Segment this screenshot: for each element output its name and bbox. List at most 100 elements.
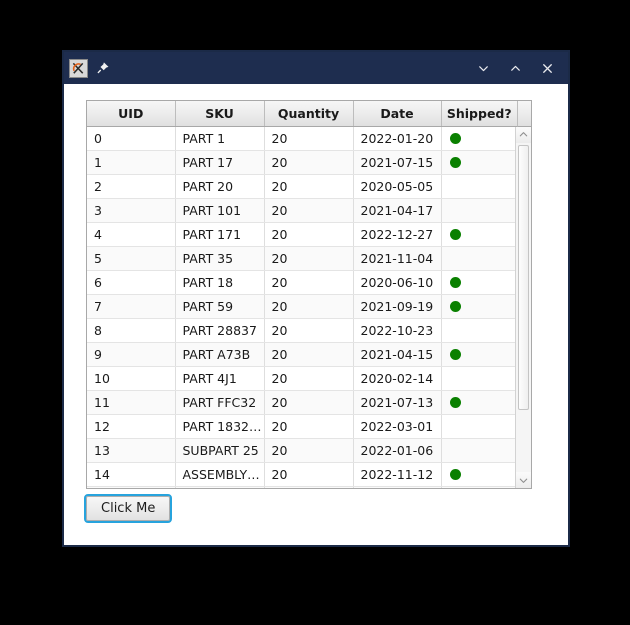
- cell-uid: 5: [87, 246, 176, 271]
- column-header-quantity[interactable]: Quantity: [264, 101, 354, 127]
- table-row[interactable]: 12 PART 1832-… 20 2022-03-01: [87, 414, 515, 439]
- table-row[interactable]: 0 PART 1 20 2022-01-20: [87, 126, 515, 151]
- window-client-area: UID SKU Quantity Date Shipped? 0 PART 1 …: [64, 84, 568, 545]
- scroll-up-arrow-icon: [519, 132, 528, 137]
- table-row[interactable]: 8 PART 28837 20 2022-10-23: [87, 318, 515, 343]
- cell-quantity: 20: [264, 438, 354, 463]
- minimize-button[interactable]: [476, 61, 491, 76]
- table-row[interactable]: 5 PART 35 20 2021-11-04: [87, 246, 515, 271]
- table-row[interactable]: 4 PART 171 20 2022-12-27: [87, 222, 515, 247]
- table-row[interactable]: 7 PART 59 20 2021-09-19: [87, 294, 515, 319]
- cell-sku: PART 28837: [175, 318, 265, 343]
- cell-uid: 3: [87, 198, 176, 223]
- cell-shipped: [441, 486, 515, 488]
- cell-date: 2022-01-06: [353, 438, 442, 463]
- cell-sku: PART 18: [175, 270, 265, 295]
- cell-sku: PART FFC32: [175, 390, 265, 415]
- cell-shipped: [441, 414, 515, 439]
- application-window: UID SKU Quantity Date Shipped? 0 PART 1 …: [62, 50, 570, 547]
- cell-sku: PART 35: [175, 246, 265, 271]
- table-row[interactable]: 14 ASSEMBLY … 20 2022-11-12: [87, 462, 515, 487]
- click-me-button[interactable]: Click Me: [83, 494, 173, 523]
- cell-sku: PART 1: [175, 126, 265, 151]
- cell-sku: PART 20: [175, 174, 265, 199]
- cell-uid: 12: [87, 414, 176, 439]
- cell-sku: PART 171: [175, 222, 265, 247]
- button-row: Click Me: [83, 489, 550, 523]
- cell-sku: PART 17: [175, 150, 265, 175]
- cell-uid: 1: [87, 150, 176, 175]
- cell-quantity: 20: [264, 318, 354, 343]
- orders-table: UID SKU Quantity Date Shipped? 0 PART 1 …: [86, 100, 532, 489]
- cell-quantity: 20: [264, 222, 354, 247]
- x11-app-icon[interactable]: [69, 58, 88, 78]
- cell-quantity: 20: [264, 174, 354, 199]
- column-header-sku[interactable]: SKU: [175, 101, 265, 127]
- vertical-scrollbar[interactable]: [515, 126, 531, 488]
- close-icon: [543, 63, 552, 73]
- close-button[interactable]: [540, 61, 555, 76]
- scroll-down-button[interactable]: [516, 472, 531, 488]
- cell-date: 2022-11-12: [353, 462, 442, 487]
- cell-shipped: [441, 390, 515, 415]
- table-row[interactable]: 3 PART 101 20 2021-04-17: [87, 198, 515, 223]
- scrollbar-track[interactable]: [516, 142, 531, 472]
- cell-date: 2021-04-15: [353, 342, 442, 367]
- table-row[interactable]: 13 SUBPART 25 20 2022-01-06: [87, 438, 515, 463]
- cell-quantity: 20: [264, 366, 354, 391]
- table-row[interactable]: 6 PART 18 20 2020-06-10: [87, 270, 515, 295]
- window-titlebar[interactable]: [64, 52, 568, 84]
- table-row[interactable]: 10 PART 4J1 20 2020-02-14: [87, 366, 515, 391]
- shipped-status-dot: [449, 277, 461, 288]
- cell-shipped: [441, 198, 515, 223]
- table-row[interactable]: 1 PART 17 20 2021-07-15: [87, 150, 515, 175]
- cell-sku: PART 101: [175, 198, 265, 223]
- table-body-grid: 0 PART 1 20 2022-01-20 1 PART 17 20 2021-07-15 2…: [87, 126, 515, 488]
- table-header-row: UID SKU Quantity Date Shipped?: [87, 101, 531, 127]
- table-header-corner: [517, 101, 531, 127]
- cell-uid: 11: [87, 390, 176, 415]
- column-header-uid[interactable]: UID: [87, 101, 176, 127]
- cell-sku: SUBPART 25: [175, 438, 265, 463]
- cell-uid: 9: [87, 342, 176, 367]
- cell-date: 2021-04-17: [353, 198, 442, 223]
- cell-uid: 7: [87, 294, 176, 319]
- table-row[interactable]: 9 PART A73B 20 2021-04-15: [87, 342, 515, 367]
- table-row[interactable]: 2 PART 20 20 2020-05-05: [87, 174, 515, 199]
- maximize-button[interactable]: [508, 61, 523, 76]
- cell-sku: ASSEMBLY …: [175, 462, 265, 487]
- shipped-status-dot: [449, 157, 461, 168]
- table-row[interactable]: 15PART 9983202021-09-24: [87, 486, 515, 488]
- cell-shipped: [441, 342, 515, 367]
- cell-date: 2022-10-23: [353, 318, 442, 343]
- cell-date: 2022-12-27: [353, 222, 442, 247]
- shipped-status-dot: [449, 469, 461, 480]
- cell-shipped: [441, 222, 515, 247]
- x11-app-icon-glyph: [72, 62, 84, 74]
- cell-uid: 8: [87, 318, 176, 343]
- cell-quantity: 20: [264, 342, 354, 367]
- cell-uid: 15: [87, 486, 176, 488]
- cell-date: 2021-11-04: [353, 246, 442, 271]
- scrollbar-thumb[interactable]: [518, 144, 529, 410]
- cell-date: 2022-01-20: [353, 126, 442, 151]
- table-body-area: 0 PART 1 20 2022-01-20 1 PART 17 20 2021-07-15 2…: [87, 126, 531, 488]
- column-header-date[interactable]: Date: [353, 101, 442, 127]
- cell-shipped: [441, 126, 515, 151]
- table-row[interactable]: 11 PART FFC32 20 2021-07-13: [87, 390, 515, 415]
- cell-shipped: [441, 294, 515, 319]
- pin-icon[interactable]: [95, 60, 111, 76]
- scroll-up-button[interactable]: [516, 126, 531, 143]
- cell-quantity: 20: [264, 246, 354, 271]
- cell-sku: PART 4J1: [175, 366, 265, 391]
- cell-shipped: [441, 438, 515, 463]
- cell-date: 2021-09-19: [353, 294, 442, 319]
- shipped-status-dot: [449, 229, 461, 240]
- column-header-shipped[interactable]: Shipped?: [441, 101, 517, 127]
- chevron-down-icon: [479, 65, 488, 71]
- shipped-status-dot: [449, 397, 461, 408]
- cell-quantity: 20: [264, 414, 354, 439]
- cell-date: 2020-05-05: [353, 174, 442, 199]
- cell-sku: PART A73B: [175, 342, 265, 367]
- cell-uid: 13: [87, 438, 176, 463]
